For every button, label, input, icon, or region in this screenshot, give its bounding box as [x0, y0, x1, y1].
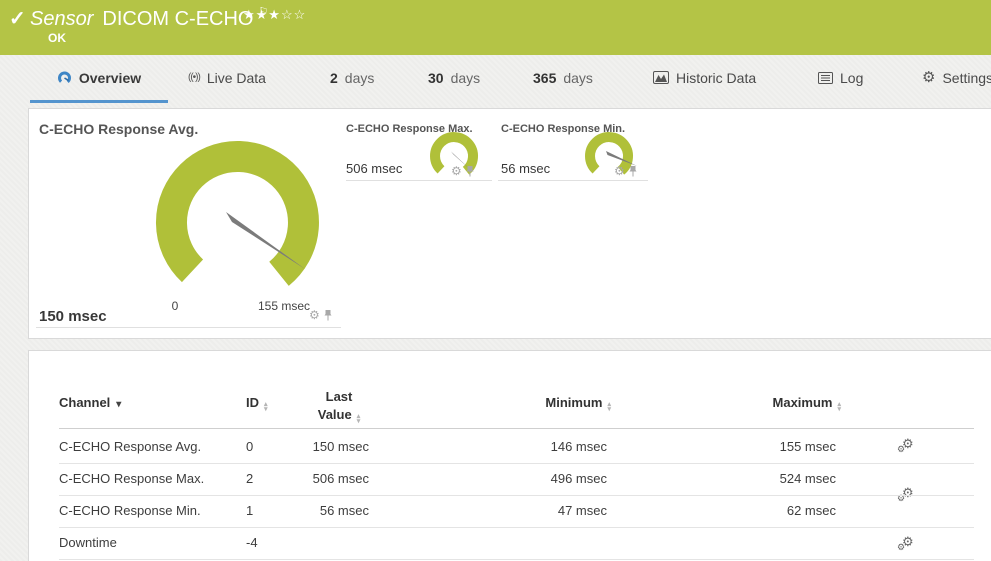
sensor-header: ✓ SensorDICOM C-ECHO⚐ ★★★☆☆ OK	[0, 0, 991, 55]
cell-channel: Downtime	[59, 535, 117, 550]
gauge-avg-dial	[146, 133, 331, 293]
gauge-min-tools: ⚙	[614, 165, 637, 177]
stars-filled: ★★★	[243, 7, 281, 22]
area-chart-icon	[653, 71, 669, 84]
tab-label: Log	[840, 70, 863, 86]
tab-unit: days	[451, 70, 481, 86]
column-header-last-value[interactable]: Last Value▴▾	[289, 388, 389, 424]
channels-table-panel: Channel▾ ID▴▾ Last Value▴▾ Minimum▴▾ Max…	[28, 350, 991, 561]
tab-historic-data[interactable]: Historic Data	[653, 55, 756, 100]
sort-icon: ▴▾	[837, 402, 841, 412]
page-title: DICOM C-ECHO	[102, 8, 253, 30]
gauge-icon	[57, 70, 72, 85]
sort-icon: ▴▾	[607, 402, 611, 412]
tab-number: 365	[533, 70, 556, 86]
gauges-panel: C-ECHO Response Avg. 0 155 msec 150 msec…	[28, 108, 991, 339]
tab-label: Historic Data	[676, 70, 756, 86]
sensor-kind-label: Sensor	[30, 8, 93, 30]
row-divider	[59, 463, 974, 464]
column-header-maximum[interactable]: Maximum▴▾	[691, 395, 841, 412]
cell-maximum: 62 msec	[686, 503, 836, 518]
gauge-max-value: 506 msec	[346, 161, 402, 176]
widget-divider	[36, 327, 341, 328]
cell-id: 0	[246, 439, 253, 454]
column-header-minimum[interactable]: Minimum▴▾	[461, 395, 611, 412]
row-divider	[59, 527, 974, 528]
widget-gear-icon[interactable]: ⚙	[451, 165, 462, 177]
row-divider	[59, 495, 974, 496]
tab-number: 30	[428, 70, 444, 86]
sort-desc-icon: ▾	[116, 399, 121, 410]
tab-30-days[interactable]: 30 days	[428, 55, 480, 100]
tab-number: 2	[330, 70, 338, 86]
tab-live-data[interactable]: ((•)) Live Data	[188, 55, 266, 100]
priority-stars[interactable]: ★★★☆☆	[243, 7, 306, 23]
gauge-avg-scale-min: 0	[165, 299, 185, 313]
channel-settings-icon[interactable]: ⚙⚙	[898, 488, 915, 505]
tab-log[interactable]: Log	[818, 55, 863, 100]
widget-divider	[498, 180, 648, 181]
gear-icon: ⚙	[922, 70, 935, 85]
cell-channel: C-ECHO Response Max.	[59, 471, 204, 486]
status-ok-check-icon: ✓	[9, 6, 26, 31]
gauge-min-value: 56 msec	[501, 161, 550, 176]
widget-divider	[346, 180, 492, 181]
widget-gear-icon[interactable]: ⚙	[614, 165, 625, 177]
table-row: C-ECHO Response Avg. 0 150 msec 146 msec…	[29, 351, 991, 368]
table-row: C-ECHO Response Max. 2 506 msec 496 msec…	[29, 368, 991, 385]
cell-last-value: 150 msec	[269, 439, 369, 454]
sort-icon: ▴▾	[357, 414, 361, 424]
tab-unit: days	[563, 70, 593, 86]
cell-last-value: 506 msec	[269, 471, 369, 486]
tab-label: Overview	[79, 70, 141, 86]
log-list-icon	[818, 72, 833, 84]
cell-minimum: 47 msec	[457, 503, 607, 518]
header-divider	[59, 428, 974, 429]
cell-id: 1	[246, 503, 253, 518]
cell-id: 2	[246, 471, 253, 486]
tab-2-days[interactable]: 2 days	[330, 55, 374, 100]
tab-overview[interactable]: Overview	[30, 55, 168, 103]
stars-empty: ☆☆	[281, 7, 306, 22]
tab-label: Settings	[942, 70, 991, 86]
cell-channel: C-ECHO Response Avg.	[59, 439, 201, 454]
row-divider	[59, 559, 974, 560]
widget-gear-icon[interactable]: ⚙	[309, 309, 320, 321]
tab-365-days[interactable]: 365 days	[533, 55, 593, 100]
sort-icon: ▴▾	[264, 402, 268, 412]
tab-settings[interactable]: ⚙ Settings	[922, 55, 991, 100]
sensor-title-line: SensorDICOM C-ECHO⚐	[30, 5, 268, 31]
channel-settings-icon[interactable]: ⚙⚙	[898, 537, 915, 554]
cell-channel: C-ECHO Response Min.	[59, 503, 201, 518]
tab-unit: days	[345, 70, 375, 86]
channel-settings-icon[interactable]: ⚙⚙	[898, 439, 915, 456]
live-broadcast-icon: ((•))	[188, 72, 200, 83]
gauge-max-tools: ⚙	[451, 165, 474, 177]
cell-minimum: 146 msec	[457, 439, 607, 454]
tab-label: Live Data	[207, 70, 266, 86]
gauge-avg-value: 150 msec	[39, 308, 107, 325]
pin-icon[interactable]	[466, 165, 474, 177]
cell-maximum: 524 msec	[686, 471, 836, 486]
pin-icon[interactable]	[324, 309, 332, 321]
prtg-sensor-page: ✓ SensorDICOM C-ECHO⚐ ★★★☆☆ OK Overview …	[0, 0, 991, 561]
cell-last-value: 56 msec	[269, 503, 369, 518]
status-badge: OK	[48, 31, 66, 45]
gauge-avg-tools: ⚙	[309, 309, 332, 321]
tab-bar: Overview ((•)) Live Data 2 days 30 days …	[0, 55, 991, 100]
pin-icon[interactable]	[629, 165, 637, 177]
cell-minimum: 496 msec	[457, 471, 607, 486]
column-header-id[interactable]: ID▴▾	[246, 395, 268, 412]
column-header-channel[interactable]: Channel▾	[59, 395, 121, 410]
cell-id: -4	[246, 535, 258, 550]
cell-maximum: 155 msec	[686, 439, 836, 454]
